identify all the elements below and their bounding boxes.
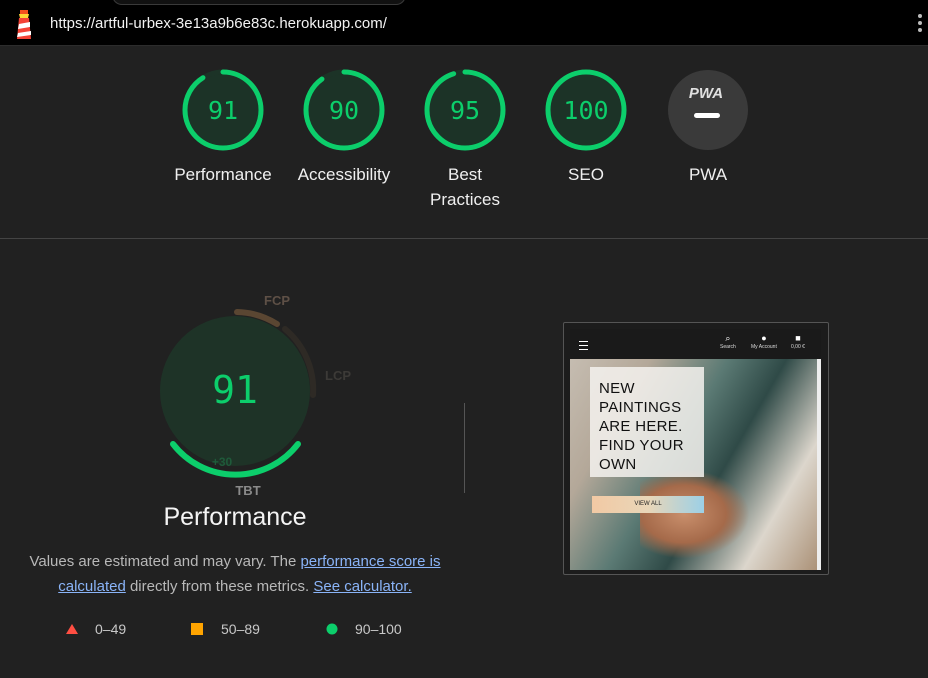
section-divider (0, 238, 928, 239)
gauge-label: PWA (688, 165, 728, 184)
tbt-label: TBT (235, 483, 260, 498)
url-text[interactable]: https://artful-urbex-3e13a9b6e83c.heroku… (50, 15, 387, 32)
pwa-badge-icon: PWA (668, 70, 748, 150)
hand-painting-image (640, 469, 750, 559)
hero-heading: NEW PAINTINGS ARE HERE. FIND YOUR OWN (599, 380, 684, 473)
user-icon: ● (761, 333, 767, 343)
lcp-label: LCP (325, 368, 351, 383)
category-gauges: 91 Performance 90 Accessibility 95 Best … (0, 68, 928, 228)
bag-icon: ■ (795, 333, 801, 343)
browser-address-bar: https://artful-urbex-3e13a9b6e83c.heroku… (0, 0, 928, 46)
vertical-separator (464, 403, 465, 493)
score-value: 91 (208, 96, 238, 125)
triangle-icon (66, 624, 78, 634)
gauge-performance[interactable]: 91 Performance (163, 68, 283, 187)
search-nav-item: ⌕ Search (720, 333, 736, 350)
kebab-menu-icon[interactable] (917, 14, 923, 36)
gauge-accessibility[interactable]: 90 Accessibility (284, 68, 404, 187)
lighthouse-icon (17, 10, 31, 39)
desc-text: Values are estimated and may vary. The (29, 553, 301, 570)
score-ring: 100 (545, 69, 627, 151)
search-icon: ⌕ (725, 333, 731, 343)
bag-nav-item: ■ 0,00 € (791, 333, 805, 350)
final-screenshot[interactable]: ⌕ Search ● My Account ■ 0,00 € NEW PAINTING… (563, 322, 829, 575)
tbt-delta-label: +30 (212, 455, 233, 469)
fcp-label: FCP (264, 293, 290, 308)
score-ring: 90 (303, 69, 385, 151)
performance-metric-gauge: 91 FCP LCP TBT +30 (160, 293, 351, 498)
page-screenshot-image: ⌕ Search ● My Account ■ 0,00 € NEW PAINTING… (570, 329, 821, 570)
hamburger-icon (579, 341, 588, 350)
score-ring: 95 (424, 69, 506, 151)
see-calculator-link[interactable]: See calculator. (313, 578, 411, 595)
account-nav-item: ● My Account (751, 333, 777, 350)
gauge-label: Performance (174, 165, 272, 184)
gauge-pwa[interactable]: PWA PWA (648, 68, 768, 187)
gauge-seo[interactable]: 100 SEO (526, 68, 646, 187)
gauge-best-practices[interactable]: 95 Best Practices (405, 68, 525, 212)
circle-icon (326, 623, 338, 635)
desc-text: directly from these metrics. (125, 578, 314, 595)
tab-strip-edge (112, 0, 406, 5)
site-navbar: ⌕ Search ● My Account ■ 0,00 € (570, 329, 821, 359)
pwa-badge-text: PWA (689, 85, 723, 102)
gauge-label: SEO (568, 165, 604, 184)
score-value: 90 (329, 96, 359, 125)
score-legend: 0–49 50–89 90–100 (0, 620, 500, 642)
gauge-label: Accessibility (297, 165, 391, 184)
scrollbar (817, 359, 821, 570)
performance-score-value: 91 (212, 368, 258, 412)
score-value: 100 (563, 96, 608, 125)
performance-description: Values are estimated and may vary. The p… (25, 549, 445, 599)
view-all-button: VIEW ALL (592, 496, 704, 513)
performance-title: Performance (163, 503, 307, 531)
score-value: 95 (450, 96, 480, 125)
gauge-label: Best Practices (430, 165, 500, 209)
square-icon (191, 623, 203, 635)
score-ring: 91 (182, 69, 264, 151)
